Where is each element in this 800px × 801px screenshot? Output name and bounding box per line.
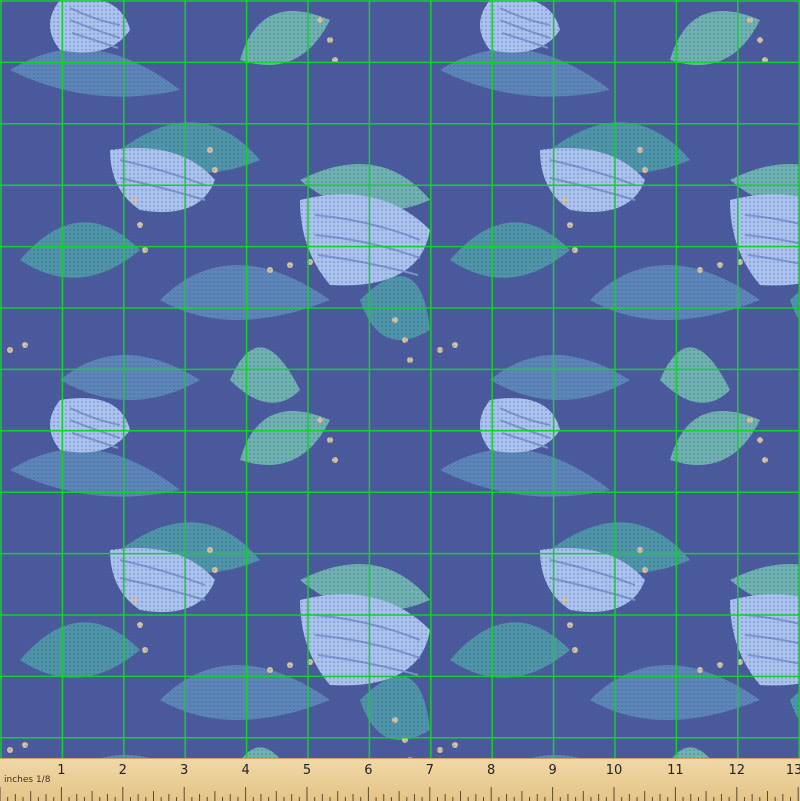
ruler-number: 2 bbox=[118, 763, 127, 778]
ruler-number: 9 bbox=[548, 763, 557, 778]
fabric-pattern bbox=[0, 0, 800, 800]
ruler-unit-label: inches 1/8 bbox=[4, 775, 51, 785]
ruler-number: 3 bbox=[180, 763, 189, 778]
ruler-number: 7 bbox=[425, 763, 434, 778]
ruler-number: 5 bbox=[302, 763, 312, 778]
ruler-number: 4 bbox=[241, 763, 250, 778]
ruler-number: 6 bbox=[364, 763, 373, 778]
ruler-number: 11 bbox=[667, 763, 684, 778]
ruler-number: 8 bbox=[487, 763, 496, 778]
ruler-number: 10 bbox=[605, 763, 623, 778]
ruler-number: 12 bbox=[728, 763, 746, 778]
ruler-number: 13 bbox=[785, 763, 800, 778]
ruler: inches 1/8 1 2 3 4 5 6 7 8 9 10 11 12 13 bbox=[0, 758, 800, 801]
ruler-number: 1 bbox=[57, 763, 66, 778]
